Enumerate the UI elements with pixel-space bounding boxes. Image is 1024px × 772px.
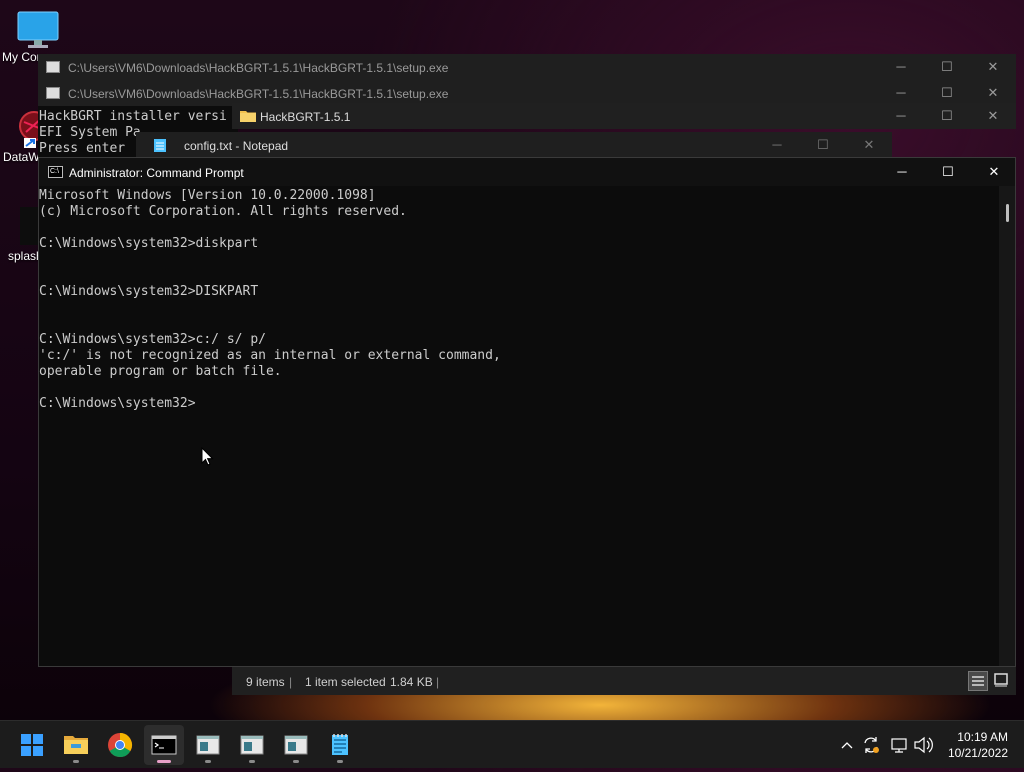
sync-status-button[interactable] <box>860 721 882 769</box>
speaker-icon <box>914 736 933 754</box>
close-button[interactable]: ✕ <box>970 103 1016 129</box>
setup-window-icon <box>196 735 220 755</box>
setup-console-line: HackBGRT installer versi <box>39 109 227 124</box>
running-indicator <box>249 760 255 763</box>
explorer-status-bar: 9 items | 1 item selected 1.84 KB | <box>232 667 1016 695</box>
console-output[interactable]: Microsoft Windows [Version 10.0.22000.10… <box>39 188 501 412</box>
mouse-cursor-icon <box>201 447 214 466</box>
taskbar-command-prompt[interactable] <box>144 725 184 765</box>
maximize-button[interactable]: ☐ <box>925 158 971 186</box>
running-indicator <box>293 760 299 763</box>
window-title: C:\Users\VM6\Downloads\HackBGRT-1.5.1\Ha… <box>68 87 449 101</box>
notepad-icon <box>154 139 166 152</box>
volume-button[interactable] <box>912 721 934 769</box>
windows-start-icon <box>21 734 43 756</box>
console-app-icon <box>46 61 60 73</box>
window-title: HackBGRT-1.5.1 <box>260 110 351 124</box>
minimize-button[interactable]: ─ <box>879 158 925 186</box>
taskbar-setup-window[interactable] <box>232 725 272 765</box>
command-prompt-titlebar[interactable]: C:\ Administrator: Command Prompt ─ ☐ ✕ <box>39 158 1015 186</box>
network-button[interactable] <box>888 721 910 769</box>
running-indicator <box>205 760 211 763</box>
minimize-button[interactable]: ─ <box>878 103 924 129</box>
running-indicator <box>157 760 171 763</box>
scrollbar-thumb[interactable] <box>1006 204 1009 222</box>
details-view-icon <box>972 676 984 686</box>
file-explorer-icon <box>64 736 88 754</box>
status-selected-size: 1.84 KB <box>390 675 433 689</box>
sync-icon <box>864 737 879 753</box>
setup-window-icon <box>240 735 264 755</box>
maximize-button[interactable]: ☐ <box>800 132 846 158</box>
close-button[interactable]: ✕ <box>971 158 1017 186</box>
command-prompt-window[interactable]: C:\ Administrator: Command Prompt ─ ☐ ✕ … <box>38 157 1016 667</box>
command-prompt-icon <box>151 735 177 755</box>
tiles-view-button[interactable] <box>992 671 1012 691</box>
chevron-up-icon <box>841 742 853 749</box>
close-button[interactable]: ✕ <box>970 54 1016 80</box>
window-title: Administrator: Command Prompt <box>69 166 244 180</box>
setup-window-icon <box>284 735 308 755</box>
taskbar-setup-window[interactable] <box>276 725 316 765</box>
status-divider: | <box>289 675 293 689</box>
command-prompt-icon: C:\ <box>48 166 63 178</box>
running-indicator <box>73 760 79 763</box>
running-indicator <box>337 760 343 763</box>
setup-window-1-titlebar[interactable]: C:\Users\VM6\Downloads\HackBGRT-1.5.1\Ha… <box>38 54 1016 80</box>
setup-console-line: EFI System Pa <box>39 125 141 140</box>
status-divider: | <box>436 675 440 689</box>
clock-date: 10/21/2022 <box>947 746 1008 760</box>
minimize-button[interactable]: ─ <box>754 132 800 158</box>
taskbar: 10:19 AM 10/21/2022 <box>0 720 1024 768</box>
vertical-scrollbar[interactable] <box>999 186 1015 666</box>
window-title: config.txt - Notepad <box>184 139 289 153</box>
status-item-count: 9 items <box>246 675 285 689</box>
explorer-titlebar[interactable]: HackBGRT-1.5.1 ─ ☐ ✕ <box>232 103 1016 129</box>
clock-button[interactable]: 10:19 AM 10/21/2022 <box>940 721 1016 769</box>
taskbar-setup-window[interactable] <box>188 725 228 765</box>
network-icon <box>891 738 907 753</box>
taskbar-file-explorer[interactable] <box>56 725 96 765</box>
window-title: C:\Users\VM6\Downloads\HackBGRT-1.5.1\Ha… <box>68 61 449 75</box>
chrome-icon <box>108 733 133 758</box>
show-hidden-icons-button[interactable] <box>838 721 856 769</box>
folder-icon <box>240 111 256 122</box>
setup-console-line: Press enter <box>39 141 126 156</box>
start-button[interactable] <box>12 725 52 765</box>
tiles-view-icon <box>994 673 1008 687</box>
minimize-button[interactable]: ─ <box>878 54 924 80</box>
status-selected-count: 1 item selected <box>305 675 386 689</box>
taskbar-notepad[interactable] <box>320 725 360 765</box>
taskbar-chrome[interactable] <box>100 725 140 765</box>
notepad-titlebar[interactable]: config.txt - Notepad ─ ☐ ✕ <box>136 132 892 158</box>
clock-time: 10:19 AM <box>957 730 1008 744</box>
maximize-button[interactable]: ☐ <box>924 103 970 129</box>
details-view-button[interactable] <box>968 671 988 691</box>
close-button[interactable]: ✕ <box>846 132 892 158</box>
maximize-button[interactable]: ☐ <box>924 54 970 80</box>
monitor-icon <box>17 11 59 48</box>
notepad-icon <box>332 734 348 755</box>
console-app-icon <box>46 87 60 99</box>
